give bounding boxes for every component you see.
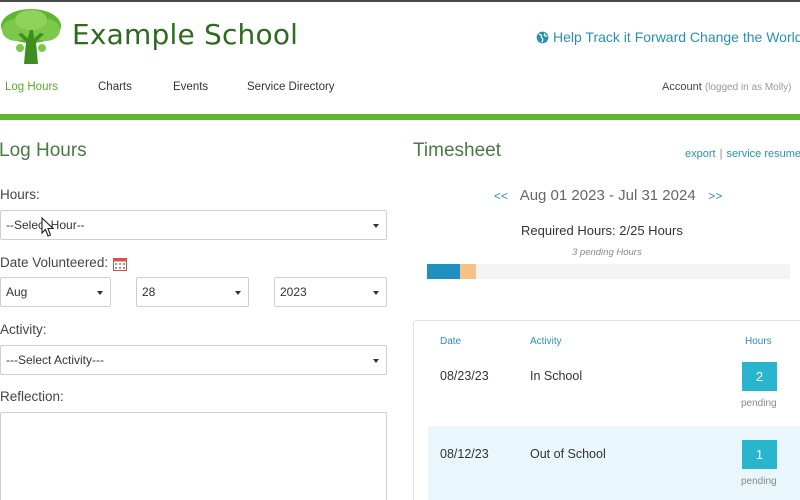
chevron-down-icon [97, 291, 103, 295]
activity-select-value: ---Select Activity--- [6, 353, 105, 367]
header: Example School Help Track it Forward Cha… [0, 0, 800, 72]
table-row[interactable]: 08/12/23 Out of School 1 pending [428, 426, 800, 500]
column-header-activity[interactable]: Activity [530, 336, 562, 347]
table-row[interactable]: 08/23/23 In School 2 pending [428, 349, 800, 425]
period-navigator: << Aug 01 2023 - Jul 31 2024 >> [494, 187, 722, 204]
hours-select[interactable]: --Select Hour-- [0, 210, 387, 240]
day-select-value: 28 [142, 285, 156, 299]
chevron-down-icon [373, 224, 379, 228]
year-select[interactable]: 2023 [274, 277, 387, 307]
row-status: pending [741, 476, 777, 487]
help-link-text[interactable]: Help Track it Forward Change the World [553, 29, 800, 45]
activity-select[interactable]: ---Select Activity--- [0, 345, 387, 375]
month-select-value: Aug [6, 285, 28, 299]
calendar-icon[interactable] [113, 258, 127, 271]
period-range: Aug 01 2023 - Jul 31 2024 [519, 187, 696, 204]
account-label[interactable]: Account [662, 81, 702, 93]
service-resume-link[interactable]: service resume [726, 148, 800, 160]
top-border [0, 0, 800, 2]
day-select[interactable]: 28 [136, 277, 249, 307]
globe-icon [536, 31, 549, 43]
required-hours: Required Hours: 2/25 Hours [521, 223, 683, 238]
pending-hours-note: 3 pending Hours [572, 247, 642, 258]
main-nav: Log Hours Charts Events Service Director… [0, 72, 800, 114]
timesheet-links: export | service resume [685, 148, 800, 160]
help-link[interactable]: Help Track it Forward Change the World [536, 29, 800, 45]
export-link[interactable]: export [685, 148, 716, 160]
mouse-cursor-icon [41, 217, 55, 237]
reflection-textarea[interactable] [0, 412, 387, 500]
progress-completed-segment [427, 264, 460, 279]
row-status: pending [741, 398, 777, 409]
account-menu[interactable]: Account (logged in as Molly) [662, 81, 792, 93]
column-header-hours[interactable]: Hours [745, 336, 772, 347]
hours-badge: 2 [742, 362, 777, 391]
link-separator: | [719, 148, 723, 160]
tree-logo-icon[interactable] [0, 8, 62, 64]
logged-in-user: (logged in as Molly) [704, 82, 792, 93]
reflection-label: Reflection: [0, 389, 64, 404]
prev-period-button[interactable]: << [494, 189, 508, 203]
nav-charts[interactable]: Charts [98, 81, 132, 93]
hours-label: Hours: [0, 187, 40, 202]
nav-service-directory[interactable]: Service Directory [247, 81, 335, 93]
chevron-down-icon [235, 291, 241, 295]
column-header-date[interactable]: Date [440, 336, 461, 347]
row-date: 08/12/23 [440, 447, 489, 461]
nav-divider [0, 114, 800, 120]
progress-pending-segment [460, 264, 476, 279]
row-activity: In School [530, 369, 583, 383]
hours-progress-bar [427, 264, 790, 279]
nav-log-hours[interactable]: Log Hours [5, 81, 58, 93]
row-activity: Out of School [530, 447, 606, 461]
month-select[interactable]: Aug [0, 277, 111, 307]
next-period-button[interactable]: >> [708, 189, 722, 203]
chevron-down-icon [373, 291, 379, 295]
timesheet-table: Date Activity Hours 08/23/23 In School 2… [413, 320, 800, 500]
school-name[interactable]: Example School [72, 18, 298, 51]
row-date: 08/23/23 [440, 369, 489, 383]
chevron-down-icon [373, 359, 379, 363]
date-volunteered-label: Date Volunteered: [0, 255, 109, 270]
activity-label: Activity: [0, 322, 47, 337]
nav-events[interactable]: Events [173, 81, 208, 93]
hours-badge: 1 [742, 440, 777, 469]
timesheet-title: Timesheet [413, 140, 501, 161]
log-hours-title: Log Hours [0, 140, 87, 161]
year-select-value: 2023 [280, 285, 307, 299]
